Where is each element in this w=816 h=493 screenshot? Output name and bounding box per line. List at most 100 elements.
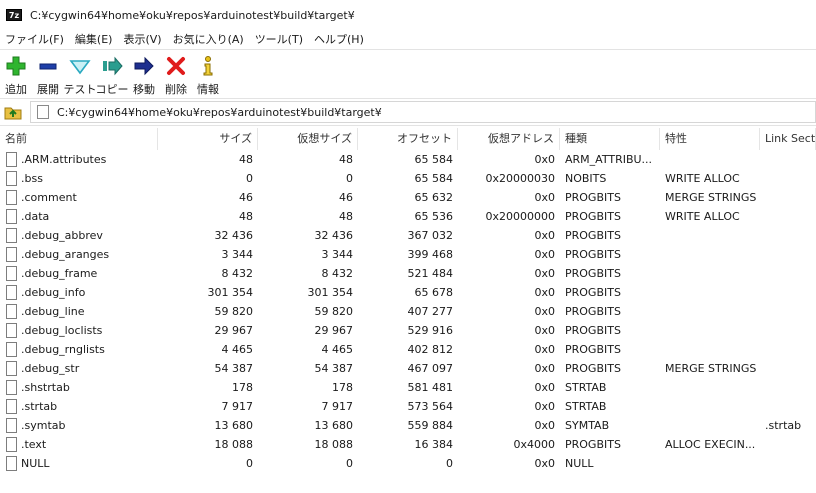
link-section-cell: .strtab	[765, 419, 802, 432]
check-icon	[69, 60, 91, 75]
copy-arrow-icon	[103, 56, 123, 76]
characteristics-cell: MERGE STRINGS	[665, 362, 757, 375]
menu-favorites[interactable]: お気に入り(A)	[168, 31, 250, 47]
name-cell: .strtab	[0, 397, 158, 416]
file-icon	[6, 418, 17, 433]
virtual-size-cell: 8 432	[321, 267, 354, 280]
size-cell: 59 820	[214, 305, 254, 318]
table-row[interactable]: .debug_str 54 387 54 387 467 097 0x0 PROGBITS…	[0, 359, 816, 378]
folder-up-button[interactable]	[2, 101, 24, 123]
copy-button[interactable]: コピー	[96, 50, 129, 97]
table-row[interactable]: .debug_rnglists 4 465 4 465 402 812 0x0 PROGB…	[0, 340, 816, 359]
add-button[interactable]: 追加	[0, 50, 32, 97]
type-cell: PROGBITS	[565, 305, 621, 318]
column-header-size[interactable]: サイズ	[158, 128, 258, 150]
column-header-offset[interactable]: オフセット	[358, 128, 458, 150]
name-cell: .debug_aranges	[0, 245, 158, 264]
table-row[interactable]: NULL 0 0 0 0x0 NULL	[0, 454, 816, 473]
virtual-size-cell: 32 436	[314, 229, 354, 242]
size-cell: 4 465	[221, 343, 254, 356]
type-cell: STRTAB	[565, 381, 607, 394]
menu-view[interactable]: 表示(V)	[118, 31, 167, 47]
characteristics-cell: MERGE STRINGS	[665, 191, 757, 204]
delete-button[interactable]: 削除	[160, 50, 192, 97]
menu-help[interactable]: ヘルプ(H)	[309, 31, 370, 47]
offset-cell: 573 564	[407, 400, 454, 413]
file-name: .debug_abbrev	[21, 229, 103, 242]
table-row[interactable]: .data 48 48 65 536 0x20000000 PROGBITS WRITE A…	[0, 207, 816, 226]
name-cell: .symtab	[0, 416, 158, 435]
list-body: .ARM.attributes 48 48 65 584 0x0 ARM_ATTRIBU.…	[0, 150, 816, 473]
link-section-cell	[760, 321, 816, 340]
menu-edit[interactable]: 編集(E)	[70, 31, 119, 47]
menu-file[interactable]: ファイル(F)	[0, 31, 70, 47]
type-cell: ARM_ATTRIBU...	[565, 153, 653, 166]
table-row[interactable]: .debug_line 59 820 59 820 407 277 0x0 PROGBIT…	[0, 302, 816, 321]
file-name: NULL	[21, 457, 50, 470]
delete-label: 削除	[165, 83, 187, 96]
virtual-address-cell: 0x20000030	[485, 172, 556, 185]
name-cell: .debug_str	[0, 359, 158, 378]
link-section-cell	[760, 150, 816, 169]
type-cell: PROGBITS	[565, 248, 621, 261]
link-section-cell	[760, 397, 816, 416]
type-cell: PROGBITS	[565, 286, 621, 299]
offset-cell: 65 632	[414, 191, 454, 204]
type-cell: PROGBITS	[565, 229, 621, 242]
virtual-size-cell: 48	[339, 210, 353, 223]
characteristics-cell	[660, 264, 760, 283]
file-name: .data	[21, 210, 50, 223]
table-row[interactable]: .symtab 13 680 13 680 559 884 0x0 SYMTAB .strt…	[0, 416, 816, 435]
type-cell: PROGBITS	[565, 438, 621, 451]
name-cell: .debug_abbrev	[0, 226, 158, 245]
file-icon	[6, 228, 17, 243]
table-row[interactable]: .shstrtab 178 178 581 481 0x0 STRTAB	[0, 378, 816, 397]
menu-tools[interactable]: ツール(T)	[250, 31, 309, 47]
offset-cell: 559 884	[407, 419, 454, 432]
table-row[interactable]: .text 18 088 18 088 16 384 0x4000 PROGBITS ALL…	[0, 435, 816, 454]
extract-button[interactable]: 展開	[32, 50, 64, 97]
table-row[interactable]: .bss 0 0 65 584 0x20000030 NOBITS WRITE ALLOC	[0, 169, 816, 188]
virtual-size-cell: 54 387	[314, 362, 354, 375]
offset-cell: 467 097	[407, 362, 454, 375]
table-row[interactable]: .debug_frame 8 432 8 432 521 484 0x0 PROGBITS	[0, 264, 816, 283]
table-row[interactable]: .strtab 7 917 7 917 573 564 0x0 STRTAB	[0, 397, 816, 416]
table-row[interactable]: .comment 46 46 65 632 0x0 PROGBITS MERGE STRIN…	[0, 188, 816, 207]
column-header-virtual-size[interactable]: 仮想サイズ	[258, 128, 358, 150]
table-row[interactable]: .ARM.attributes 48 48 65 584 0x0 ARM_ATTRIBU.…	[0, 150, 816, 169]
column-header-link-section[interactable]: Link Section	[760, 128, 816, 150]
test-button[interactable]: テスト	[63, 50, 97, 97]
column-header-virtual-address[interactable]: 仮想アドレス	[458, 128, 560, 150]
characteristics-cell: WRITE ALLOC	[665, 210, 740, 223]
name-cell: .debug_loclists	[0, 321, 158, 340]
size-cell: 7 917	[221, 400, 254, 413]
link-section-cell	[760, 340, 816, 359]
column-header-name[interactable]: 名前	[0, 128, 158, 150]
file-list: 名前 サイズ 仮想サイズ オフセット 仮想アドレス 種類 特性 Link Sec…	[0, 128, 816, 493]
virtual-address-cell: 0x4000	[513, 438, 555, 451]
file-name: .strtab	[21, 400, 58, 413]
table-row[interactable]: .debug_abbrev 32 436 32 436 367 032 0x0 PROGB…	[0, 226, 816, 245]
move-button[interactable]: 移動	[128, 50, 160, 97]
virtual-address-cell: 0x0	[534, 286, 555, 299]
virtual-size-cell: 4 465	[321, 343, 354, 356]
file-name: .debug_line	[21, 305, 85, 318]
size-cell: 0	[246, 172, 253, 185]
table-row[interactable]: .debug_info 301 354 301 354 65 678 0x0 PROGBI…	[0, 283, 816, 302]
table-row[interactable]: .debug_loclists 29 967 29 967 529 916 0x0 PRO…	[0, 321, 816, 340]
test-label: テスト	[63, 83, 97, 96]
link-section-cell	[760, 226, 816, 245]
column-header-type[interactable]: 種類	[560, 128, 660, 150]
path-field[interactable]: C:¥cygwin64¥home¥oku¥repos¥arduinotest¥b…	[30, 101, 816, 123]
plus-icon	[6, 56, 26, 76]
column-header-characteristics[interactable]: 特性	[660, 128, 760, 150]
info-button[interactable]: 情報	[192, 50, 224, 97]
characteristics-cell	[660, 321, 760, 340]
virtual-address-cell: 0x0	[534, 153, 555, 166]
file-name: .debug_aranges	[21, 248, 110, 261]
path-text: C:¥cygwin64¥home¥oku¥repos¥arduinotest¥b…	[57, 105, 382, 119]
menu-bar: ファイル(F) 編集(E) 表示(V) お気に入り(A) ツール(T) ヘルプ(…	[0, 30, 816, 48]
offset-cell: 407 277	[407, 305, 454, 318]
file-name: .debug_loclists	[21, 324, 103, 337]
table-row[interactable]: .debug_aranges 3 344 3 344 399 468 0x0 PROGBI…	[0, 245, 816, 264]
